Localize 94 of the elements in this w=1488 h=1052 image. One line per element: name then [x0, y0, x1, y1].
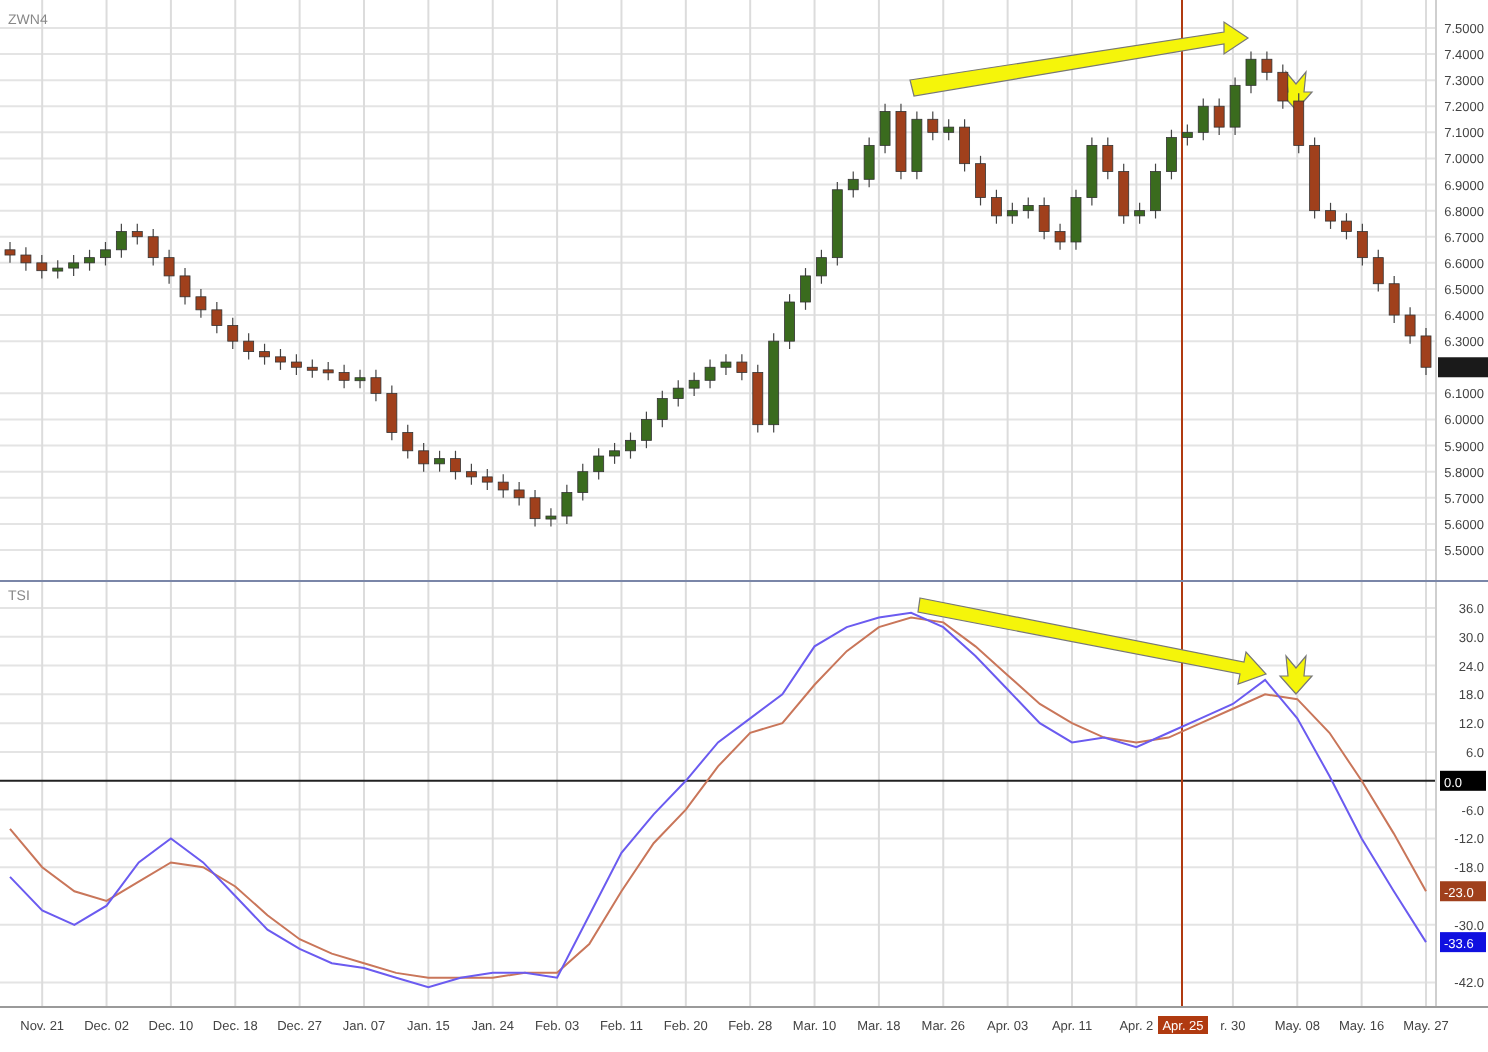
candle: [625, 431, 636, 460]
candle: [1261, 50, 1273, 81]
candle: [927, 110, 939, 141]
candle: [20, 246, 32, 272]
candle: [195, 288, 207, 319]
candle: [736, 353, 748, 381]
candle: [4, 241, 16, 264]
candle: [36, 254, 48, 280]
candle: [1372, 249, 1384, 293]
candle: [1006, 202, 1018, 225]
candle: [147, 228, 159, 267]
candle: [402, 424, 414, 460]
candle: [434, 450, 445, 473]
candle: [1388, 275, 1400, 324]
candle: [52, 259, 64, 280]
candle: [656, 390, 668, 428]
candle: [688, 371, 700, 397]
candle: [418, 442, 430, 473]
candle: [1102, 136, 1114, 180]
candle: [847, 170, 859, 199]
candle: [338, 364, 350, 389]
candle: [1150, 163, 1161, 220]
last-price-marker: [1438, 357, 1488, 378]
candle: [243, 332, 255, 361]
candle: [259, 343, 270, 366]
candle: [529, 489, 541, 528]
candle: [291, 353, 302, 376]
candle: [115, 223, 127, 259]
candle: [354, 369, 366, 389]
candle: [513, 481, 525, 507]
candle: [720, 353, 732, 376]
candle: [275, 348, 286, 371]
candle: [179, 267, 191, 306]
candle: [1022, 197, 1034, 220]
candle: [1356, 223, 1368, 267]
candle: [800, 267, 811, 311]
candle: [863, 136, 875, 188]
candle: [211, 301, 223, 334]
candle: [784, 293, 795, 350]
candle: [1134, 202, 1145, 225]
arrow-icon: [917, 597, 1268, 685]
candle: [370, 369, 382, 402]
candle: [1325, 202, 1336, 230]
candle: [577, 463, 589, 501]
candle: [227, 317, 239, 350]
candle: [975, 155, 986, 207]
candle: [593, 447, 605, 481]
arrow-icon: [1278, 654, 1314, 695]
candle: [68, 254, 80, 277]
candle: [306, 358, 318, 379]
candle: [131, 223, 143, 246]
candle: [561, 484, 573, 525]
candle: [1420, 327, 1432, 376]
candle: [481, 468, 493, 491]
candle: [163, 249, 175, 285]
candle: [1404, 306, 1416, 345]
candle: [322, 361, 334, 381]
candle: [1309, 136, 1321, 220]
arrow-icon: [909, 20, 1250, 97]
candle: [1277, 63, 1289, 110]
candle: [641, 411, 652, 449]
candle: [672, 379, 684, 408]
candle: [386, 384, 398, 441]
candle: [1293, 92, 1305, 154]
candle: [100, 241, 111, 267]
candle: [1070, 189, 1082, 251]
candle: [545, 507, 557, 528]
candle: [831, 181, 843, 267]
candle: [466, 463, 477, 486]
candle: [911, 110, 923, 180]
candle: [1229, 76, 1241, 136]
candle: [1166, 129, 1177, 180]
candle: [84, 249, 95, 272]
candle: [895, 103, 907, 180]
candle: [879, 103, 891, 154]
candle: [1054, 223, 1066, 251]
candle: [1181, 123, 1193, 146]
candle: [816, 249, 827, 285]
candle: [450, 450, 461, 481]
candle: [1213, 97, 1225, 136]
candle: [704, 358, 716, 389]
candle: [943, 118, 955, 141]
candle: [768, 332, 780, 434]
candle: [1245, 50, 1257, 94]
candle: [959, 118, 970, 173]
candle: [1118, 163, 1130, 225]
candle: [1086, 136, 1098, 207]
candle: [1038, 197, 1050, 240]
candle: [609, 442, 620, 465]
candle: [752, 364, 764, 434]
candle: [497, 473, 509, 499]
candle: [1341, 212, 1352, 240]
candle: [1197, 97, 1209, 141]
candle: [991, 189, 1002, 225]
